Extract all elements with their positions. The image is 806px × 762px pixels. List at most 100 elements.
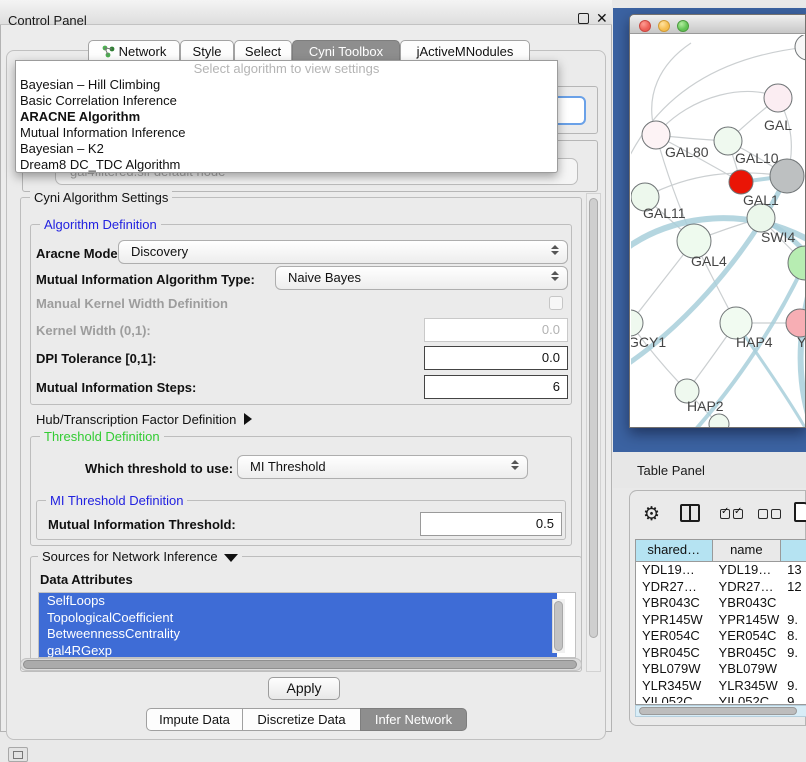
dropdown-item[interactable]: Dream8 DC_TDC Algorithm [16,157,557,173]
zoom-traffic-light-icon[interactable] [677,20,689,32]
kernel-width-label: Kernel Width (0,1): [36,323,151,338]
table-hscrollbar-thumb[interactable] [639,707,797,715]
list-scrollbar[interactable] [552,599,565,653]
table-row[interactable]: YBR043CYBR043C [636,595,806,612]
tab-infer-network-label: Infer Network [375,712,452,727]
aracne-mode-combo[interactable]: Discovery [118,240,568,264]
svg-text:GAL11: GAL11 [643,205,686,221]
aracne-mode-label: Aracne Mode: [36,246,122,261]
table-row[interactable]: YBR045CYBR045C9. [636,645,806,662]
combo-arrows-icon [510,460,519,470]
tab-network[interactable]: Network [88,40,180,62]
gear-icon[interactable]: ⚙ [643,503,660,526]
table-row[interactable]: YBL079WYBL079W [636,661,806,678]
table-hscrollbar[interactable] [635,705,806,717]
manual-kernel-checkbox[interactable] [549,296,563,310]
svg-text:GAL: GAL [764,117,792,133]
settings-scrollbar-thumb[interactable] [589,198,598,638]
algorithm-dropdown-popup: Select algorithm to view settings Bayesi… [15,60,558,173]
tab-jactivemnodules-label: jActiveMNodules [417,44,514,59]
tab-discretize-data-label: Discretize Data [257,712,345,727]
settings-hscrollbar-thumb[interactable] [23,660,577,669]
tab-infer-network[interactable]: Infer Network [360,708,467,731]
deselect-all-checkboxes-icon[interactable] [758,507,784,522]
table-row[interactable]: YDR27…YDR27…12 [636,579,806,596]
dpi-tolerance-field[interactable]: 0.0 [424,346,568,370]
hub-definition-disclosure[interactable]: Hub/Transcription Factor Definition [36,412,252,427]
table-panel: ⚙ shared… name YDL19…YDL19…13 YDR27…YDR2… [629,490,806,726]
table-row[interactable]: YPR145WYPR145W9. [636,612,806,629]
manual-kernel-label: Manual Kernel Width Definition [36,296,228,311]
dpi-tolerance-label: DPI Tolerance [0,1]: [36,351,156,366]
tab-discretize-data[interactable]: Discretize Data [242,708,361,731]
svg-text:Y: Y [797,334,805,350]
list-item[interactable]: BetweennessCentrality [39,626,557,643]
network-window-titlebar[interactable] [630,15,805,34]
tab-network-label: Network [119,44,167,59]
which-threshold-label: Which threshold to use: [85,461,233,476]
float-window-icon[interactable] [578,13,589,24]
tab-select-label: Select [245,44,281,59]
tab-select[interactable]: Select [234,40,292,62]
svg-text:GAL4: GAL4 [691,253,727,269]
tab-impute-data[interactable]: Impute Data [146,708,243,731]
table-row[interactable]: YIL052CYIL052C9 [636,694,806,703]
dropdown-item-selected[interactable]: ARACNE Algorithm [16,109,557,125]
mi-steps-field[interactable]: 6 [424,375,568,399]
restore-panel-button[interactable] [8,747,28,762]
table-row[interactable]: YER054CYER054C8. [636,628,806,645]
mi-threshold-group-title: MI Threshold Definition [46,493,187,508]
tab-jactivemnodules[interactable]: jActiveMNodules [400,40,530,62]
columns-icon[interactable] [680,504,700,522]
dropdown-item[interactable]: Bayesian – K2 [16,141,557,157]
minimize-traffic-light-icon[interactable] [658,20,670,32]
dropdown-item[interactable]: Mutual Information Inference [16,125,557,141]
column-header-name[interactable]: name [713,540,782,561]
kernel-width-field[interactable]: 0.0 [424,318,568,342]
mi-threshold-field[interactable]: 0.5 [420,512,562,536]
restore-panel-icon [13,751,23,759]
svg-text:GAL80: GAL80 [665,144,709,160]
mi-type-label: Mutual Information Algorithm Type: [36,272,255,287]
new-table-icon[interactable] [794,502,806,522]
data-attributes-list: SelfLoops TopologicalCoefficient Between… [38,592,576,658]
list-item[interactable]: gal4RGexp [39,643,557,659]
table-panel-title: Table Panel [637,463,705,478]
screen: Control Panel ✕ Network Style Select Cyn… [0,0,806,762]
dropdown-item[interactable]: Bayesian – Hill Climbing [16,77,557,93]
table-row[interactable]: YDL19…YDL19…13 [636,562,806,579]
list-scrollbar-thumb[interactable] [554,601,563,651]
tab-cyni-toolbox-label: Cyni Toolbox [309,44,383,59]
tab-style-label: Style [193,44,222,59]
combo-arrows-icon [550,245,559,255]
which-threshold-combo[interactable]: MI Threshold [237,455,528,479]
settings-hscrollbar[interactable] [20,658,582,671]
tab-cyni-toolbox[interactable]: Cyni Toolbox [292,40,400,62]
column-header-shared-name[interactable]: shared… [636,540,713,561]
svg-text:GAL10: GAL10 [735,150,779,166]
settings-scrollbar[interactable] [586,193,601,672]
table-row[interactable]: YLR345WYLR345W9. [636,678,806,695]
dropdown-item[interactable]: Basic Correlation Inference [16,93,557,109]
which-threshold-value: MI Threshold [250,459,326,474]
mi-type-combo[interactable]: Naive Bayes [275,266,568,290]
mi-threshold-label: Mutual Information Threshold: [48,517,236,532]
network-canvas[interactable]: GALGAL80GAL10GAL1GAL11SWI4GAL4GCY1HAP4YH… [631,35,805,427]
sources-title: Sources for Network Inference [42,549,218,564]
tab-style[interactable]: Style [180,40,234,62]
sources-disclosure[interactable]: Sources for Network Inference [38,549,242,564]
svg-text:GCY1: GCY1 [631,334,666,350]
list-item[interactable]: SelfLoops [39,593,557,610]
select-all-checkboxes-icon[interactable] [720,507,746,522]
list-item[interactable]: TopologicalCoefficient [39,610,557,627]
apply-button[interactable]: Apply [268,677,340,700]
disclosure-right-icon [244,413,252,425]
close-icon[interactable]: ✕ [596,10,608,27]
threshold-definition-title: Threshold Definition [40,429,164,444]
network-svg: GALGAL80GAL10GAL1GAL11SWI4GAL4GCY1HAP4YH… [631,35,805,427]
close-traffic-light-icon[interactable] [639,20,651,32]
aracne-mode-value: Discovery [131,244,188,259]
column-header-partial[interactable] [781,540,806,561]
disclosure-down-icon [224,554,238,562]
node-table: shared… name YDL19…YDL19…13 YDR27…YDR27…… [635,539,806,705]
